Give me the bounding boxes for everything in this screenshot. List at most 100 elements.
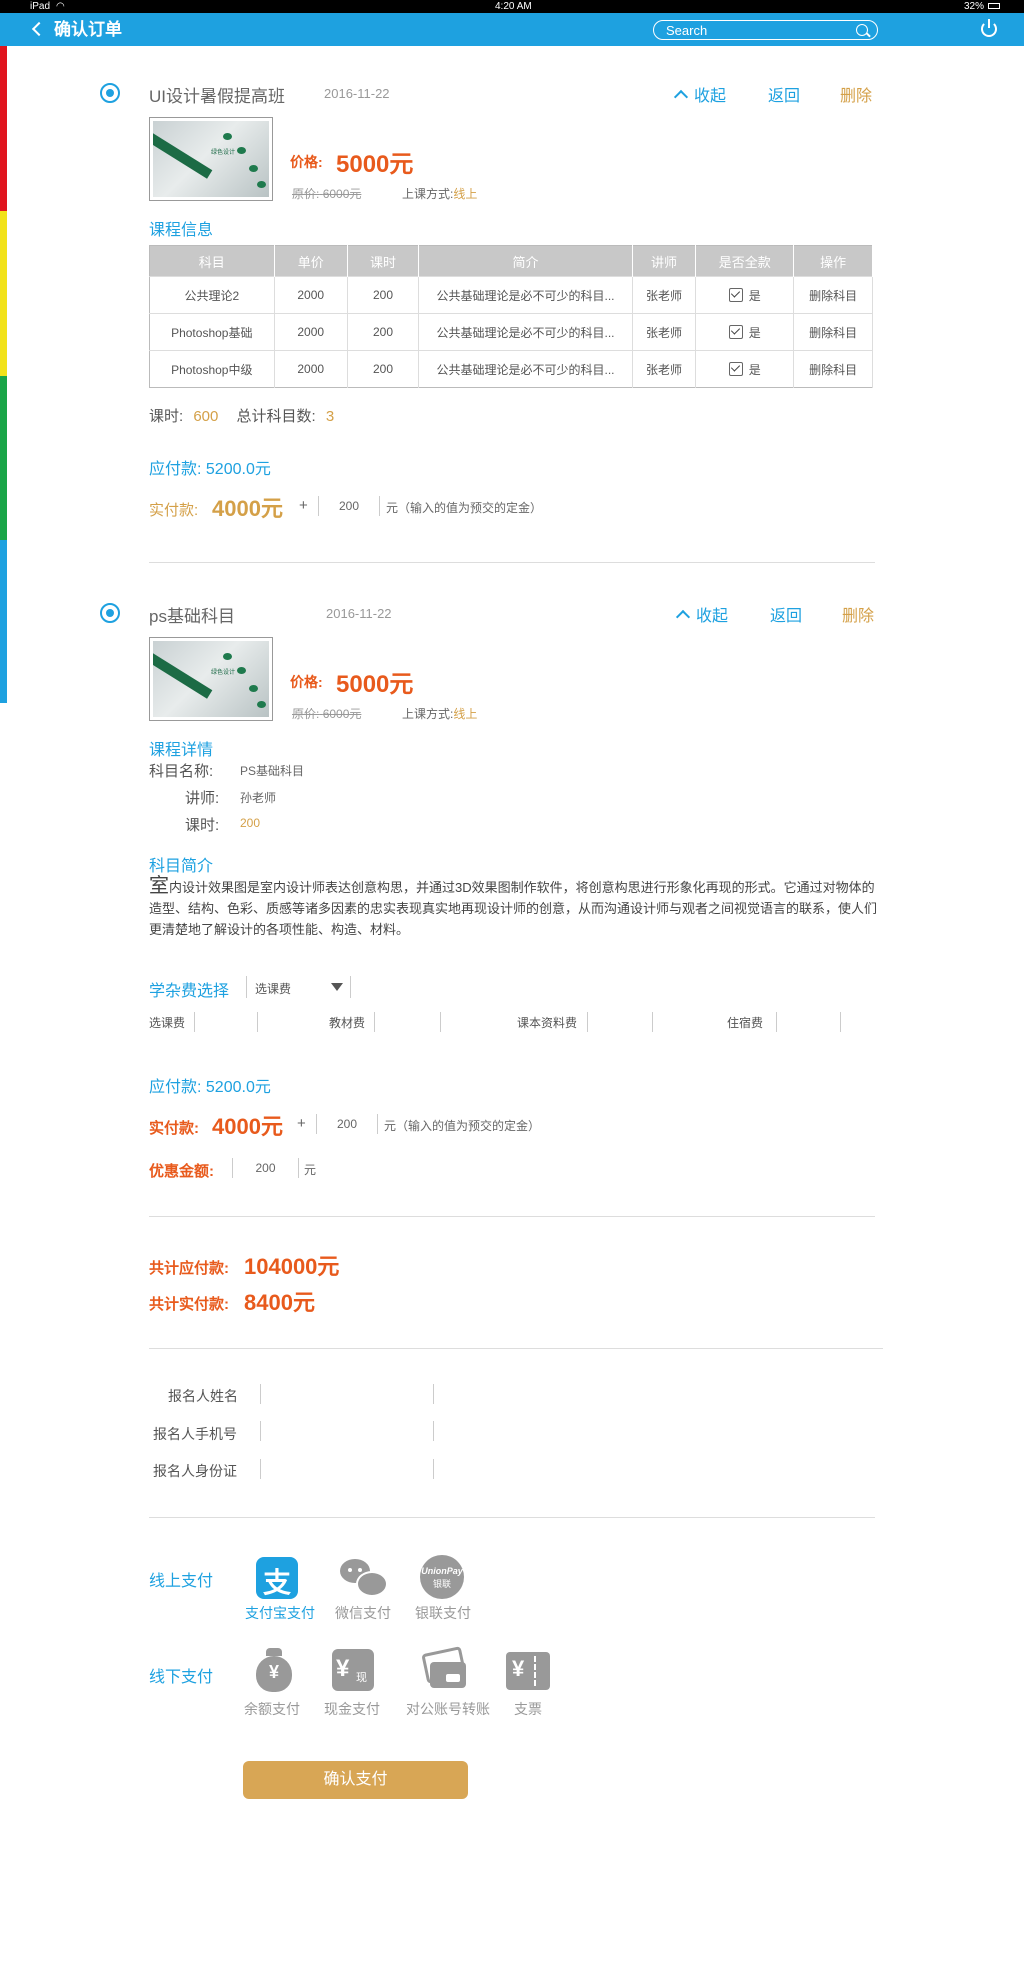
delete-subject-button[interactable]: 删除科目 [793,350,873,388]
alipay-icon[interactable]: 支 [256,1557,298,1599]
device-label: iPad [30,1,51,12]
original-label: 原价: [292,187,320,201]
intro-body: 内设计效果图是室内设计师表达创意构思，并通过3D效果图制作软件，将创意构思进行形… [149,880,878,937]
balance-pay-label[interactable]: 余额支付 [232,1699,312,1719]
order1-info-title: 课程信息 [149,222,214,239]
divider [149,562,875,563]
money-bag-icon[interactable]: ¥ [254,1648,294,1694]
wechat-label[interactable]: 微信支付 [323,1603,403,1623]
order2-deposit-input[interactable]: 200 [316,1114,378,1134]
payable-value: 5200.0元 [205,461,271,478]
online-payment-label: 线上支付 [149,1573,214,1590]
fee-label: 教材费 [329,1016,366,1030]
table-header-row: 科目 单价 课时 简介 讲师 是否全款 操作 [149,245,873,277]
column-header: 课时 [347,245,420,277]
payable-label: 应付款: [149,461,202,478]
order2-hours-label: 课时: [185,817,220,834]
delete-subject-button[interactable]: 删除科目 [793,276,873,314]
search-icon-handle [866,32,871,38]
order2-discount-unit: 元 [304,1163,317,1177]
order1-radio[interactable] [100,83,120,103]
power-icon-line [988,19,990,28]
order2-name: PS基础科目 [240,764,305,778]
bank-card-icon[interactable] [421,1646,467,1690]
order2-collapse-button[interactable]: 收起 [675,602,728,626]
order2-mode: 上课方式:线上 [402,705,477,722]
checkbox[interactable] [728,324,743,339]
back-icon[interactable] [31,21,47,37]
transfer-pay-label[interactable]: 对公账号转账 [400,1699,496,1719]
cell-full-payment[interactable]: 是 [695,276,795,314]
fee-label: 住宿费 [727,1016,764,1030]
checkbox[interactable] [728,361,743,376]
applicant-id-input[interactable] [260,1459,434,1479]
applicant-name-input[interactable] [260,1384,434,1404]
column-header: 操作 [793,245,873,277]
order2-radio[interactable] [100,603,120,623]
cell-full-payment[interactable]: 是 [695,350,795,388]
order2-course-image: 绿色设计 [149,637,273,721]
offline-payment-label: 线下支付 [149,1669,214,1686]
checkbox[interactable] [728,287,743,302]
original-value: 6000元 [322,187,362,201]
order1-original-price: 原价: 6000元 [292,185,361,202]
cash-icon[interactable]: ¥ 现 [332,1649,374,1691]
cell-price: 2000 [274,276,348,314]
order1-mode: 上课方式:线上 [402,185,477,202]
delete-subject-button[interactable]: 删除科目 [793,313,873,351]
wechat-icon[interactable] [340,1559,388,1599]
unionpay-icon[interactable]: UnionPay 银联 [420,1555,464,1599]
order1-collapse-button[interactable]: 收起 [673,82,726,106]
total-payable: 104000元 [244,1254,340,1279]
fee-select-value: 选课费 [255,982,292,996]
page-title: 确认订单 [54,20,122,39]
order1-delete-button[interactable]: 删除 [840,82,872,106]
applicant-phone-label: 报名人手机号 [153,1426,237,1442]
table-row: 公共理论2 2000 200 公共基础理论是必不可少的科目... 张老师 是 删… [149,276,873,314]
table-row: Photoshop中级 2000 200 公共基础理论是必不可少的科目... 张… [149,350,873,388]
cash-pay-label[interactable]: 现金支付 [312,1699,392,1719]
order2-paid: 4000元 [212,1114,283,1139]
search-input[interactable] [666,21,846,39]
order2-name-label: 科目名称: [149,763,214,780]
cheque-pay-label[interactable]: 支票 [488,1699,568,1719]
column-header: 是否全款 [695,245,795,277]
cell-teacher: 张老师 [632,313,697,351]
checkbox-label: 是 [748,288,761,303]
sidebar-color-blue [0,540,7,703]
order2-discount-input[interactable]: 200 [232,1158,299,1178]
cheque-icon[interactable]: ¥ [506,1652,550,1690]
order2-payable: 应付款: 5200.0元 [149,1073,271,1097]
search-box[interactable] [653,20,878,40]
order2-intro-text: 室内设计效果图是室内设计师表达创意构思，并通过3D效果图制作软件，将创意构思进行… [149,876,881,940]
fee-select[interactable]: 选课费 [246,976,351,998]
fee-label: 选课费 [149,1016,186,1030]
unionpay-text: UnionPay [421,1566,463,1576]
order2-deposit-hint: 元（输入的值为预交的定金） [384,1119,541,1133]
applicant-phone-input[interactable] [260,1421,434,1441]
cell-intro: 公共基础理论是必不可少的科目... [418,313,633,351]
wifi-icon: ◠ [56,1,65,12]
order2-intro-title: 科目简介 [149,858,214,875]
total-payable-label: 共计应付款: [149,1260,229,1277]
order1-back-button[interactable]: 返回 [768,82,800,106]
confirm-pay-button[interactable]: 确认支付 [243,1761,468,1799]
order1-payable: 应付款: 5200.0元 [149,455,271,479]
cell-price: 2000 [274,350,348,388]
column-header: 科目 [149,245,275,277]
divider [149,1348,883,1349]
order1-deposit-input[interactable]: 200 [318,496,380,516]
cell-full-payment[interactable]: 是 [695,313,795,351]
total-paid-label: 共计实付款: [149,1296,229,1313]
unionpay-label[interactable]: 银联支付 [403,1603,483,1623]
order1-course-table: 科目 单价 课时 简介 讲师 是否全款 操作 公共理论2 2000 200 公共… [149,245,873,388]
order2-back-button[interactable]: 返回 [770,602,802,626]
order2-delete-button[interactable]: 删除 [842,602,874,626]
hours-value: 600 [193,408,219,425]
divider [149,1216,875,1217]
order2-teacher-label: 讲师: [185,790,220,807]
cell-teacher: 张老师 [632,276,697,314]
order2-date: 2016-11-22 [326,606,392,621]
alipay-label[interactable]: 支付宝支付 [240,1603,320,1623]
order1-course-name: UI设计暑假提高班 [149,87,285,106]
